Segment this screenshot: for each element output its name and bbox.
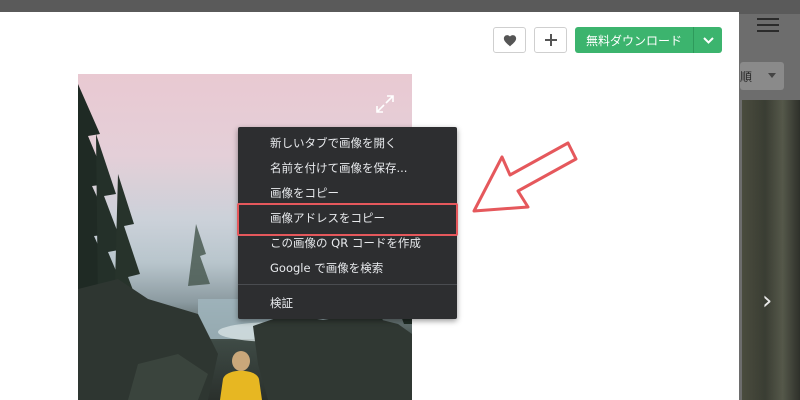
menu-item-open-in-new-tab[interactable]: 新しいタブで画像を開く xyxy=(238,131,457,155)
hamburger-menu-icon[interactable] xyxy=(757,18,779,34)
menu-item-search-google[interactable]: Google で画像を検索 xyxy=(238,256,457,280)
like-button[interactable] xyxy=(493,27,526,53)
menu-item-copy-image[interactable]: 画像をコピー xyxy=(238,181,457,205)
expand-icon[interactable] xyxy=(375,94,395,114)
menu-item-save-image-as[interactable]: 名前を付けて画像を保存... xyxy=(238,156,457,180)
free-download-button[interactable]: 無料ダウンロード xyxy=(575,27,693,53)
next-photo-preview xyxy=(742,100,800,400)
sort-dropdown[interactable]: 順 xyxy=(740,62,784,90)
pointer-arrow-icon xyxy=(472,141,578,213)
sort-dropdown-label: 順 xyxy=(740,70,753,84)
menu-separator xyxy=(238,284,457,285)
plus-icon xyxy=(544,34,557,46)
caret-down-icon xyxy=(768,73,776,78)
highlight-box xyxy=(237,203,458,236)
download-options-button[interactable] xyxy=(694,27,722,53)
menu-item-inspect[interactable]: 検証 xyxy=(238,291,457,315)
chevron-down-icon xyxy=(702,36,714,44)
heart-icon xyxy=(503,34,516,46)
add-to-collection-button[interactable] xyxy=(534,27,567,53)
next-arrow-icon[interactable]: › xyxy=(762,288,776,314)
